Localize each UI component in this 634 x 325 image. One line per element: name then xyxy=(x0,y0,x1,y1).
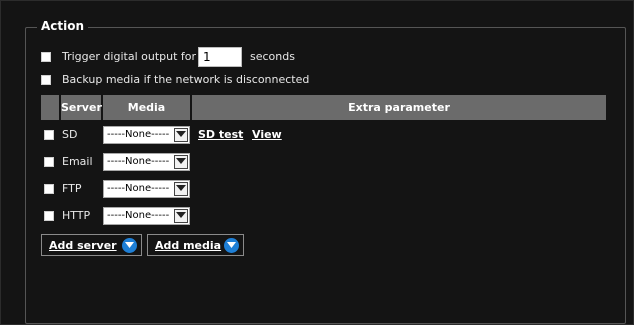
backup-label: Backup media if the network is disconnec… xyxy=(62,73,310,86)
trigger-seconds-input[interactable] xyxy=(198,47,242,67)
chevron-down-icon xyxy=(122,238,137,253)
table-header-server: Server xyxy=(61,101,102,114)
row-email-server: Email xyxy=(62,155,93,168)
action-fieldset xyxy=(25,27,626,324)
chevron-down-icon[interactable] xyxy=(174,155,188,169)
row-sd-media-select[interactable]: -----None----- xyxy=(103,126,190,144)
sd-view-link[interactable]: View xyxy=(252,128,282,141)
chevron-down-icon[interactable] xyxy=(174,182,188,196)
add-media-button[interactable]: Add media xyxy=(147,234,244,256)
backup-checkbox[interactable] xyxy=(41,75,51,85)
row-http-media-select[interactable]: -----None----- xyxy=(103,207,190,225)
row-http-checkbox[interactable] xyxy=(44,211,54,221)
row-email-checkbox[interactable] xyxy=(44,157,54,167)
table-header-checkcol xyxy=(41,95,59,120)
row-ftp-checkbox[interactable] xyxy=(44,184,54,194)
trigger-unit-label: seconds xyxy=(250,50,295,63)
trigger-label: Trigger digital output for xyxy=(62,50,197,63)
trigger-checkbox[interactable] xyxy=(41,52,51,62)
chevron-down-icon[interactable] xyxy=(174,209,188,223)
row-ftp-media-select[interactable]: -----None----- xyxy=(103,180,190,198)
row-sd-server: SD xyxy=(62,128,78,141)
add-server-label: Add server xyxy=(49,239,117,252)
row-email-media-select[interactable]: -----None----- xyxy=(103,153,190,171)
section-legend: Action xyxy=(37,19,89,33)
row-sd-checkbox[interactable] xyxy=(44,130,54,140)
add-server-button[interactable]: Add server xyxy=(41,234,142,256)
row-http-media-value: -----None----- xyxy=(107,210,170,221)
row-ftp-server: FTP xyxy=(62,182,82,195)
sd-test-link[interactable]: SD test xyxy=(198,128,243,141)
row-sd-media-value: -----None----- xyxy=(107,129,170,140)
table-header-extra-parameter: Extra parameter xyxy=(348,101,450,114)
chevron-down-icon[interactable] xyxy=(174,128,188,142)
row-http-server: HTTP xyxy=(62,209,91,222)
row-ftp-media-value: -----None----- xyxy=(107,183,170,194)
row-email-media-value: -----None----- xyxy=(107,156,170,167)
chevron-down-icon xyxy=(224,238,239,253)
table-header-media: Media xyxy=(127,101,166,114)
add-media-label: Add media xyxy=(155,239,222,252)
